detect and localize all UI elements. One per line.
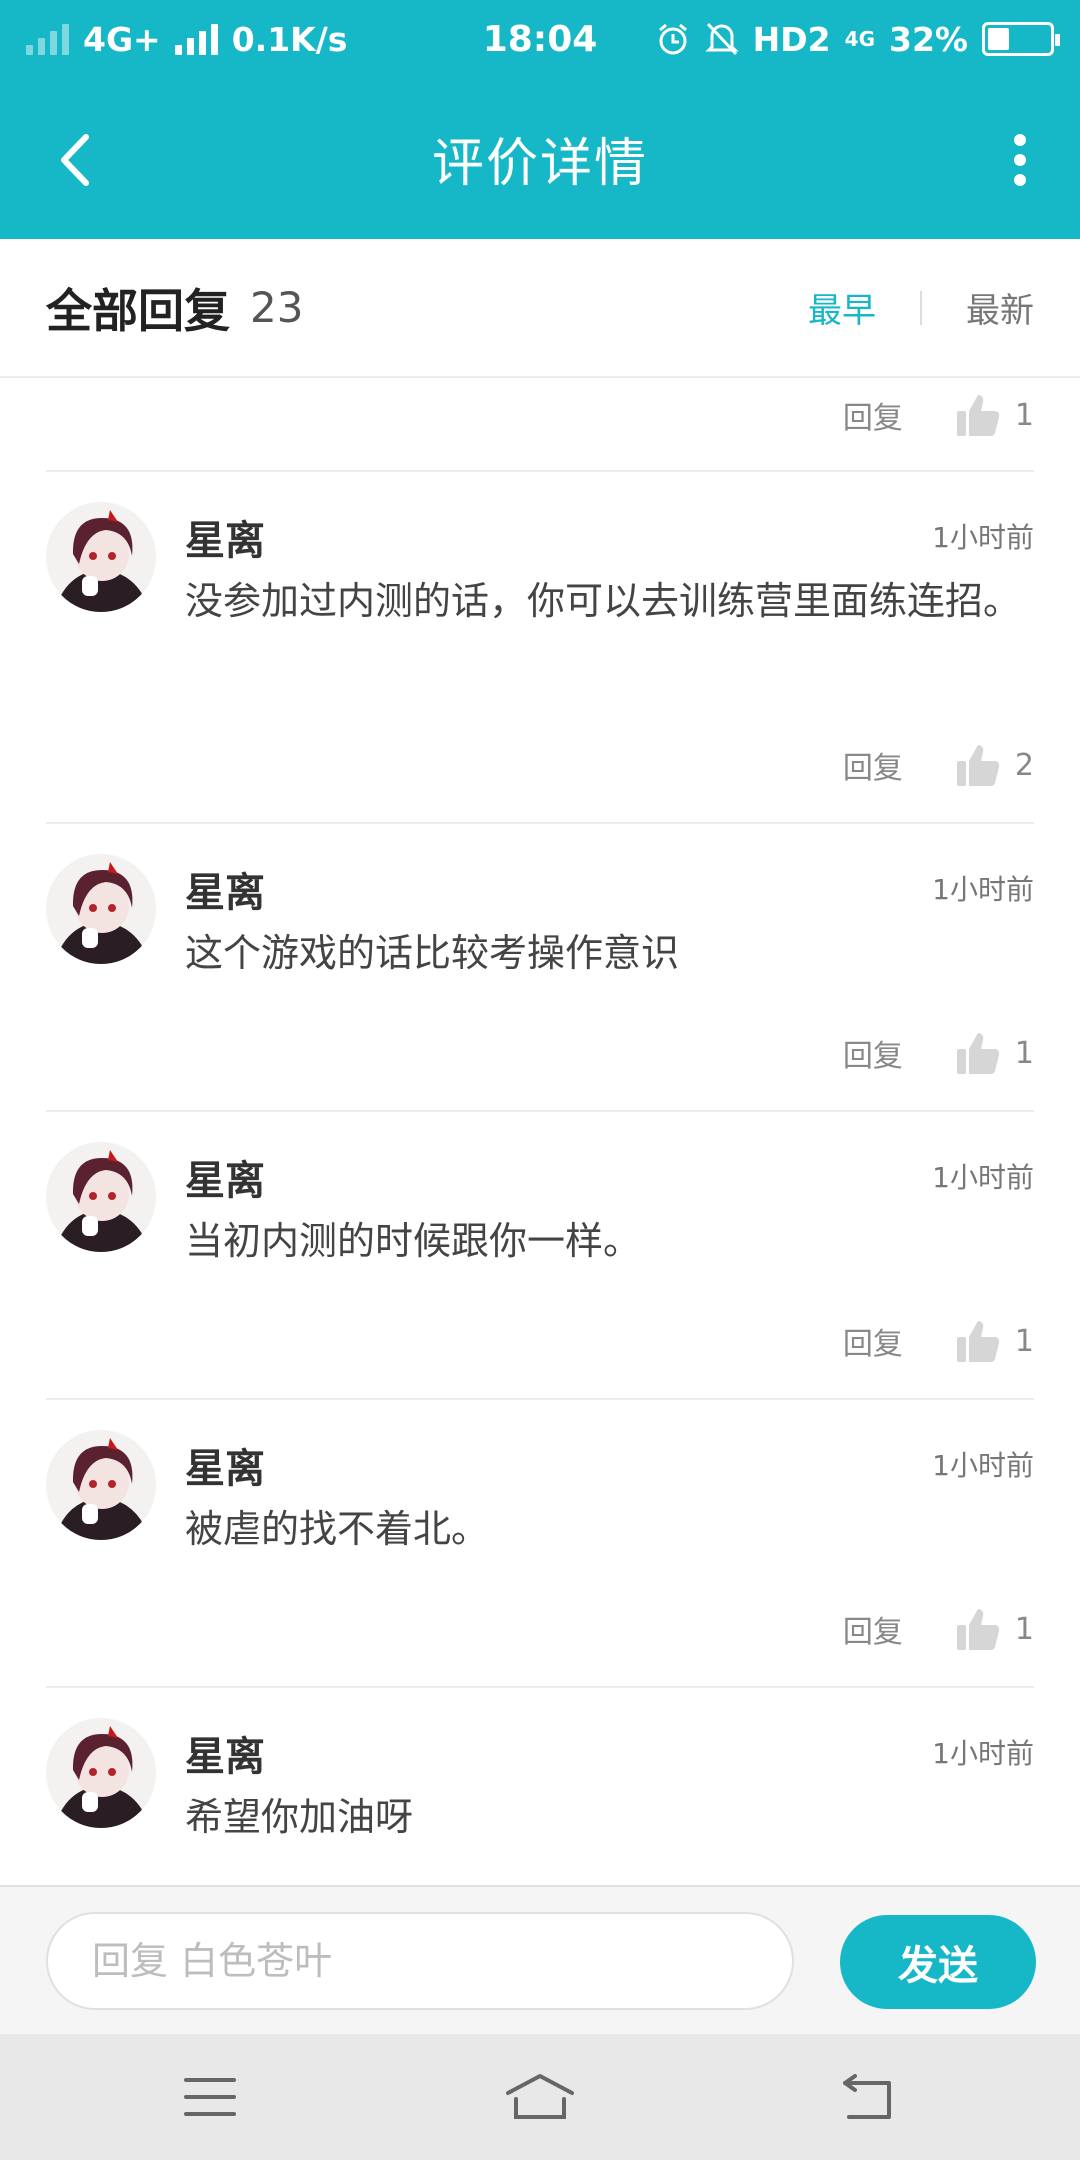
like-button[interactable]: 2: [955, 742, 1034, 788]
nav-menu-button[interactable]: [160, 2064, 260, 2130]
system-nav-bar: [0, 2034, 1080, 2160]
comment-author[interactable]: 星离: [185, 860, 265, 918]
reply-button[interactable]: 回复: [843, 393, 903, 437]
thumb-up-icon: [956, 1321, 1000, 1362]
comment-text: 当初内测的时候跟你一样。: [185, 1219, 642, 1263]
thumb-up-icon: [956, 1609, 1000, 1650]
comment-item: 星离 1小时前 这个游戏的话比较考操作意识 回复 1: [46, 824, 1034, 1112]
avatar-image: [46, 854, 156, 964]
partial-actions: 回复 1: [843, 392, 1034, 438]
like-button[interactable]: 1: [955, 1318, 1034, 1364]
status-left: 4G+ 0.1K/s: [26, 20, 655, 59]
comment-time: 1小时前: [932, 1161, 1034, 1194]
reply-count: 23: [250, 283, 304, 332]
battery-icon: [982, 22, 1060, 56]
filter-bar: 全部回复 23 最早 最新: [0, 239, 1080, 378]
battery-fill: [988, 28, 1010, 50]
network-type: 4G+: [83, 19, 161, 59]
sort-divider: [920, 290, 922, 325]
avatar-image: [46, 1142, 156, 1252]
avatar[interactable]: [46, 854, 156, 964]
comment-time: 1小时前: [932, 873, 1034, 906]
hd-label: HD2: [752, 19, 831, 59]
reply-button[interactable]: 回复: [843, 743, 903, 787]
status-bar: 4G+ 0.1K/s 18:04 HD2 4G 32%: [0, 0, 1080, 78]
sort-earliest-tab[interactable]: 最早: [808, 283, 876, 332]
comment-actions: 回复 2: [843, 742, 1034, 788]
like-count: 1: [1014, 1323, 1034, 1359]
back-arrow-icon: [61, 134, 89, 186]
send-button[interactable]: 发送: [840, 1915, 1036, 2009]
signal-strength-icon: [174, 23, 218, 55]
like-button[interactable]: 1: [955, 1030, 1034, 1076]
comment-text: 没参加过内测的话，你可以去训练营里面练连招。: [185, 579, 1022, 623]
comment-time: 1小时前: [932, 1737, 1034, 1770]
more-button[interactable]: [990, 120, 1050, 200]
comment-actions: 回复 1: [843, 1606, 1034, 1652]
comment-text: 这个游戏的话比较考操作意识: [185, 931, 680, 975]
like-count: 1: [1014, 1035, 1034, 1071]
avatar-image: [46, 1718, 156, 1828]
reply-input-bar: 发送: [0, 1885, 1080, 2034]
comment-author[interactable]: 星离: [185, 1436, 265, 1494]
reply-button[interactable]: 回复: [843, 1607, 903, 1651]
alarm-icon: [658, 23, 687, 55]
comment-author[interactable]: 星离: [185, 508, 265, 566]
comment-item: 星离 1小时前 被虐的找不着北。 回复 1: [46, 1400, 1034, 1688]
reply-button[interactable]: 回复: [843, 1319, 903, 1363]
network-speed: 0.1K/s: [231, 19, 348, 59]
thumb-up-icon: [956, 745, 1000, 786]
app-bar: 评价详情: [0, 78, 1080, 239]
avatar[interactable]: [46, 1142, 156, 1252]
comment-actions: 回复 1: [843, 1318, 1034, 1364]
comment-item: 星离 1小时前 当初内测的时候跟你一样。 回复 1: [46, 1112, 1034, 1400]
thumb-up-icon: [956, 395, 1000, 436]
avatar-image: [46, 1430, 156, 1540]
comment-list[interactable]: 回复 1 星离 1小时前 没参加过内测的话，你可以去训练营里面练连招。 回复 2…: [0, 380, 1080, 1885]
thumb-up-icon: [956, 1033, 1000, 1074]
return-icon: [843, 2074, 891, 2119]
home-icon: [506, 2074, 574, 2119]
avatar[interactable]: [46, 1430, 156, 1540]
more-vertical-icon: [1014, 134, 1026, 186]
network-type-2: 4G: [844, 27, 875, 51]
comment-author[interactable]: 星离: [185, 1724, 265, 1782]
back-button[interactable]: [36, 120, 116, 200]
top-bar: 4G+ 0.1K/s 18:04 HD2 4G 32% 评价详情: [0, 0, 1080, 239]
comment-time: 1小时前: [932, 1449, 1034, 1482]
like-count: 2: [1014, 747, 1034, 783]
like-button[interactable]: 1: [955, 1606, 1034, 1652]
comment-text: 被虐的找不着北。: [185, 1507, 490, 1551]
reply-input[interactable]: [46, 1912, 794, 2010]
avatar[interactable]: [46, 1718, 156, 1828]
all-replies-label: 全部回复: [46, 283, 230, 338]
signal-icon: [26, 23, 69, 55]
reply-button[interactable]: 回复: [843, 1031, 903, 1075]
status-right: HD2 4G 32%: [655, 19, 1060, 59]
comment-item: 星离 1小时前 没参加过内测的话，你可以去训练营里面练连招。 回复 2: [46, 472, 1034, 824]
like-button[interactable]: 1: [955, 392, 1034, 438]
menu-icon: [184, 2078, 236, 2116]
page-title: 评价详情: [431, 134, 648, 194]
comment-time: 1小时前: [932, 521, 1034, 554]
like-count: 1: [1014, 397, 1034, 433]
battery-percent: 32%: [889, 19, 968, 59]
partial-list-item: 回复 1: [46, 380, 1034, 472]
sort-latest-tab[interactable]: 最新: [966, 283, 1034, 332]
nav-back-button[interactable]: [820, 2064, 920, 2130]
comment-item: 星离 1小时前 希望你加油呀: [46, 1688, 1034, 1885]
comment-actions: 回复 1: [843, 1030, 1034, 1076]
comment-author[interactable]: 星离: [185, 1148, 265, 1206]
avatar-image: [46, 502, 156, 612]
nav-home-button[interactable]: [490, 2064, 590, 2130]
comment-text: 希望你加油呀: [185, 1795, 414, 1839]
avatar[interactable]: [46, 502, 156, 612]
like-count: 1: [1014, 1611, 1034, 1647]
sort-tabs: 最早 最新: [808, 283, 1034, 332]
mute-bell-icon: [705, 22, 739, 56]
